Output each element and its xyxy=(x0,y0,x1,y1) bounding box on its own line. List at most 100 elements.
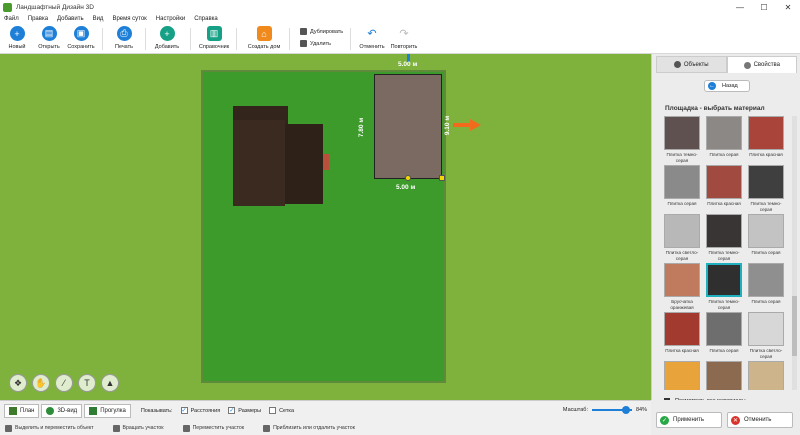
gear-icon xyxy=(743,61,751,69)
material-tile[interactable] xyxy=(704,355,744,390)
material-tile[interactable]: Плитка серая xyxy=(746,208,786,256)
sizes-checkbox[interactable]: ✓ Размеры xyxy=(228,407,261,414)
back-button[interactable]: ← Назад xyxy=(704,80,750,92)
tab-plan[interactable]: План xyxy=(4,403,40,418)
material-tile[interactable]: Плитка светло-серая xyxy=(662,208,702,261)
material-swatch[interactable] xyxy=(748,312,784,346)
material-tile[interactable]: Плитка темно-серая xyxy=(746,159,786,212)
toolbar-divider xyxy=(350,28,351,50)
tab-properties[interactable]: Свойства xyxy=(726,56,797,73)
tab-3d-view[interactable]: 3D-вид xyxy=(41,403,83,418)
show-label: Показывать: xyxy=(140,407,173,414)
tab-walk[interactable]: Прогулка xyxy=(84,403,131,418)
zoom-icon xyxy=(263,424,271,432)
material-tile[interactable]: Плитка серая xyxy=(704,306,744,354)
maximize-button[interactable]: ☐ xyxy=(752,0,776,14)
material-label: Плитка серая xyxy=(751,250,781,255)
material-tile[interactable]: Брусчатка оранжевая xyxy=(662,257,702,310)
material-tile[interactable]: Плитка серая xyxy=(662,159,702,207)
scrollbar[interactable] xyxy=(792,116,797,390)
material-tile[interactable]: коричневыйПлитка серая xyxy=(704,116,744,158)
menu-time-of-day[interactable]: Время суток xyxy=(112,16,146,22)
apply-button[interactable]: ✓ Применить xyxy=(656,412,722,428)
menu-bar: Файл Правка Добавить Вид Время суток Нас… xyxy=(0,14,800,24)
menu-add[interactable]: Добавить xyxy=(57,16,84,22)
toolbar-divider xyxy=(145,28,146,50)
save-button[interactable]: ▣ Сохранить xyxy=(64,26,98,50)
material-swatch[interactable] xyxy=(664,361,700,390)
house-icon: ⌂ xyxy=(256,26,272,41)
material-tile[interactable]: Плитка темно-серая xyxy=(704,257,744,310)
scale-slider[interactable] xyxy=(591,406,632,414)
menu-settings[interactable]: Настройки xyxy=(156,16,185,22)
cancel-button[interactable]: ✕ Отменить xyxy=(727,412,793,428)
material-swatch[interactable] xyxy=(664,263,700,297)
close-button[interactable]: ✕ xyxy=(776,0,800,14)
add-button[interactable]: + Добавить xyxy=(150,26,184,50)
resize-handle[interactable] xyxy=(405,175,411,181)
material-swatch[interactable] xyxy=(664,116,700,150)
material-swatch[interactable] xyxy=(664,214,700,248)
toolbar-divider xyxy=(236,28,237,50)
material-swatch[interactable] xyxy=(706,116,742,150)
material-swatch[interactable] xyxy=(706,263,742,297)
checkbox-box xyxy=(269,407,277,414)
material-swatch[interactable] xyxy=(748,263,784,297)
image-icon[interactable]: ▲ xyxy=(101,374,119,392)
material-tile[interactable]: Плитка красная xyxy=(704,159,744,207)
delete-button[interactable]: Удалить xyxy=(300,40,331,47)
paving-pad[interactable] xyxy=(374,74,442,179)
reference-button[interactable]: ▥ Справочник xyxy=(197,26,231,50)
material-swatch[interactable] xyxy=(706,214,742,248)
save-icon: ▣ xyxy=(73,26,89,41)
text-icon[interactable]: T xyxy=(78,374,96,392)
print-button[interactable]: ⎙ Печать xyxy=(107,26,141,50)
cursor-icon xyxy=(5,424,12,432)
house-object[interactable] xyxy=(233,106,329,206)
material-tile[interactable]: Плитка темно-серая xyxy=(662,116,702,163)
minimize-button[interactable]: — xyxy=(728,0,752,14)
material-swatch[interactable] xyxy=(664,312,700,346)
slider-knob[interactable] xyxy=(621,406,630,414)
menu-edit[interactable]: Правка xyxy=(28,16,48,22)
panel-tabs: Объекты Свойства xyxy=(656,56,797,73)
distances-checkbox[interactable]: ✓ Расстояния xyxy=(180,407,220,414)
material-swatch[interactable] xyxy=(664,165,700,199)
arrow-right-icon[interactable] xyxy=(453,119,481,131)
material-tile[interactable]: Плитка светло-серая xyxy=(746,306,786,359)
material-tile[interactable]: Плитка темно-серая xyxy=(704,208,744,261)
tab-objects[interactable]: Объекты xyxy=(656,56,727,73)
material-swatch[interactable] xyxy=(748,361,784,390)
undo-button[interactable]: ↶ Отменить xyxy=(355,26,389,50)
duplicate-button[interactable]: Дублировать xyxy=(300,28,343,35)
new-button[interactable]: + Новый xyxy=(0,26,34,50)
redo-button[interactable]: ↷ Повторить xyxy=(387,26,421,50)
material-swatch[interactable] xyxy=(748,116,784,150)
menu-file[interactable]: Файл xyxy=(4,16,19,22)
material-tile[interactable]: Плитка красная xyxy=(662,306,702,354)
scrollbar-thumb[interactable] xyxy=(792,296,797,356)
build-house-button[interactable]: ⌂ Создать дом xyxy=(247,26,281,50)
hand-icon[interactable]: ✋ xyxy=(32,374,50,392)
grid-checkbox[interactable]: Сетка xyxy=(269,407,294,414)
material-swatch[interactable] xyxy=(706,361,742,390)
house-entrance xyxy=(323,154,329,170)
material-tile[interactable] xyxy=(662,355,702,390)
material-swatch[interactable] xyxy=(706,312,742,346)
panel-actions: ✓ Применить ✕ Отменить xyxy=(651,400,800,435)
shapes-icon[interactable]: ❖ xyxy=(9,374,27,392)
ruler-icon[interactable]: ⁄ xyxy=(55,374,73,392)
material-swatch[interactable] xyxy=(748,214,784,248)
dimension-left: 7.80 м xyxy=(358,117,366,138)
corner-handle[interactable] xyxy=(439,175,445,181)
plan-canvas[interactable]: 5.00 м 5.00 м 7.80 м 9.10 м ❖ ✋ ⁄ T ▲ xyxy=(0,54,651,400)
tree-icon xyxy=(46,406,55,415)
material-swatch[interactable] xyxy=(706,165,742,199)
material-tile[interactable]: Плитка серая xyxy=(746,257,786,305)
menu-help[interactable]: Справка xyxy=(194,16,218,22)
material-swatch[interactable] xyxy=(748,165,784,199)
menu-view[interactable]: Вид xyxy=(93,16,104,22)
material-tile[interactable] xyxy=(746,355,786,390)
open-button[interactable]: ▤ Открыть xyxy=(32,26,66,50)
material-tile[interactable]: серыйПлитка красная xyxy=(746,116,786,158)
